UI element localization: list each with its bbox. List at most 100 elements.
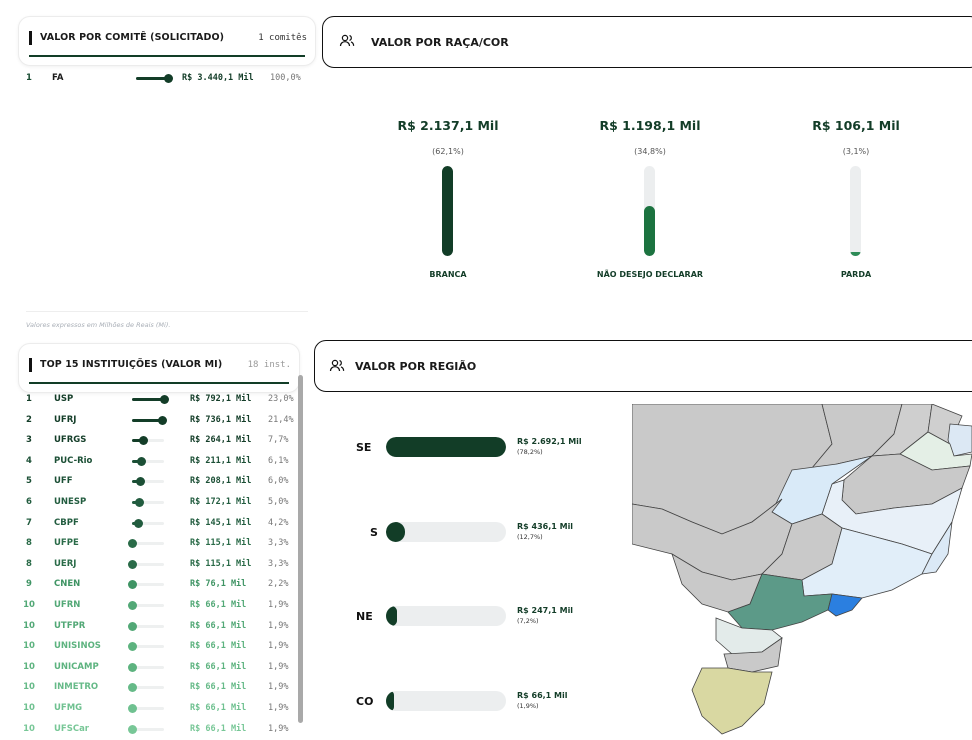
instituicao-track	[132, 395, 169, 404]
instituicao-pct: 2,2%	[268, 579, 289, 590]
instituicao-row[interactable]: 10 UNISINOS R$ 66,1 Mil 1,9%	[22, 636, 292, 656]
instituicao-track	[132, 498, 164, 507]
regiao-panel-title: VALOR POR REGIÃO	[355, 360, 477, 373]
comite-panel-title: VALOR POR COMITÊ (SOLICITADO)	[29, 31, 224, 45]
instituicao-row[interactable]: 10 UFSCar R$ 66,1 Mil 1,9%	[22, 719, 292, 739]
instituicao-row[interactable]: 10 INMETRO R$ 66,1 Mil 1,9%	[22, 677, 292, 697]
instituicao-row[interactable]: 10 UTFPR R$ 66,1 Mil 1,9%	[22, 616, 292, 636]
regiao-track	[386, 522, 506, 542]
instituicao-value: R$ 115,1 Mil	[190, 558, 252, 569]
instituicao-name: UNESP	[54, 497, 87, 507]
instituicao-track	[128, 539, 164, 549]
comite-track	[136, 74, 173, 83]
instituicao-track	[128, 642, 164, 652]
instituicao-row[interactable]: 10 UNICAMP R$ 66,1 Mil 1,9%	[22, 657, 292, 677]
instituicao-rank: 6	[26, 497, 32, 507]
instituicoes-count: 18 inst.	[247, 360, 291, 370]
raca-item-branca[interactable]: R$ 2.137,1 Mil (62,1%) BRANCA	[348, 118, 548, 279]
instituicao-dot	[128, 539, 137, 549]
instituicoes-panel-title: TOP 15 INSTITUIÇÕES (VALOR MI)	[29, 358, 222, 372]
instituicao-dot	[160, 395, 169, 404]
regiao-pct: (12,7%)	[517, 533, 543, 541]
instituicao-row[interactable]: 10 UFRN R$ 66,1 Mil 1,9%	[22, 595, 292, 615]
regiao-row-se[interactable]: SE R$ 2.692,1 Mil (78,2%)	[356, 437, 596, 459]
instituicao-row[interactable]: 2 UFRJ R$ 736,1 Mil 21,4%	[22, 410, 294, 430]
regiao-fill	[386, 437, 506, 457]
regiao-row-s[interactable]: S R$ 436,1 Mil (12,7%)	[356, 522, 596, 544]
instituicao-track	[132, 477, 164, 487]
instituicao-rank: 8	[26, 558, 32, 569]
instituicoes-scrollbar[interactable]	[298, 375, 303, 723]
regiao-row-ne[interactable]: NE R$ 247,1 Mil (7,2%)	[356, 606, 596, 628]
regiao-pct: (1,9%)	[517, 702, 539, 710]
instituicao-rank: 5	[26, 476, 32, 487]
instituicao-row[interactable]: 5 UFF R$ 208,1 Mil 6,0%	[22, 471, 292, 491]
instituicao-rank: 9	[26, 579, 32, 590]
regiao-row-co[interactable]: CO R$ 66,1 Mil (1,9%)	[356, 691, 596, 713]
instituicao-rank: 10	[23, 682, 35, 693]
instituicao-name: UNICAMP	[54, 661, 99, 672]
instituicao-pct: 4,2%	[268, 517, 289, 528]
instituicao-value: R$ 115,1 Mil	[190, 538, 252, 549]
instituicao-pct: 1,9%	[268, 682, 289, 693]
raca-pct: (34,8%)	[634, 147, 666, 156]
instituicao-pct: 1,9%	[268, 723, 289, 734]
instituicao-row[interactable]: 4 PUC-Rio R$ 211,1 Mil 6,1%	[22, 451, 292, 471]
instituicao-rank: 10	[23, 620, 35, 631]
people-icon	[339, 34, 355, 47]
instituicao-dot	[128, 580, 137, 590]
raca-label: PARDA	[840, 270, 872, 279]
instituicao-value: R$ 66,1 Mil	[190, 600, 247, 610]
instituicao-row[interactable]: 7 CBPF R$ 145,1 Mil 4,2%	[22, 513, 292, 533]
instituicao-row[interactable]: 9 CNEN R$ 76,1 Mil 2,2%	[22, 574, 292, 594]
instituicao-dot	[128, 559, 137, 569]
instituicao-row[interactable]: 10 UFMG R$ 66,1 Mil 1,9%	[22, 698, 292, 718]
instituicao-row[interactable]: 1 USP R$ 792,1 Mil 23,0%	[22, 389, 294, 409]
instituicao-pct: 7,7%	[268, 435, 289, 446]
regiao-pct: (7,2%)	[517, 617, 539, 625]
instituicao-row[interactable]: 6 UNESP R$ 172,1 Mil 5,0%	[22, 492, 292, 512]
instituicao-value: R$ 76,1 Mil	[190, 579, 247, 590]
instituicoes-underline	[29, 382, 289, 384]
instituicao-value: R$ 208,1 Mil	[190, 476, 252, 487]
instituicao-dot	[135, 498, 145, 507]
instituicao-dot	[136, 477, 146, 487]
instituicao-value: R$ 66,1 Mil	[190, 641, 247, 652]
raca-item-nao-declarar[interactable]: R$ 1.198,1 Mil (34,8%) NÃO DESEJO DECLAR…	[550, 118, 750, 279]
regiao-track	[386, 437, 506, 457]
instituicao-dot	[138, 436, 148, 446]
comite-rank: 1	[26, 73, 32, 83]
regiao-track	[386, 691, 506, 711]
brazil-region-map[interactable]	[632, 404, 972, 740]
instituicao-pct: 3,3%	[268, 558, 289, 569]
instituicao-rank: 10	[23, 641, 35, 652]
instituicao-name: CBPF	[54, 517, 79, 528]
regiao-track	[386, 606, 506, 626]
instituicao-rank: 10	[23, 661, 35, 672]
raca-pct: (3,1%)	[842, 147, 870, 156]
comite-panel-header: VALOR POR COMITÊ (SOLICITADO) 1 comitês	[18, 16, 316, 66]
instituicao-pct: 1,9%	[268, 600, 289, 610]
raca-item-parda[interactable]: R$ 106,1 Mil (3,1%) PARDA	[756, 118, 956, 279]
regiao-value: R$ 2.692,1 Mil	[517, 437, 582, 446]
instituicao-name: CNEN	[54, 579, 81, 590]
instituicao-row[interactable]: 3 UFRGS R$ 264,1 Mil 7,7%	[22, 430, 292, 450]
comite-row[interactable]: 1 FA R$ 3.440,1 Mil 100,0%	[22, 68, 308, 88]
comite-count: 1 comitês	[258, 33, 307, 43]
instituicao-row[interactable]: 8 UERJ R$ 115,1 Mil 3,3%	[22, 554, 292, 574]
regiao-code: NE	[356, 610, 373, 623]
instituicao-rank: 4	[26, 455, 32, 466]
instituicao-dot	[128, 704, 137, 713]
raca-value: R$ 2.137,1 Mil	[397, 118, 499, 133]
comite-name: FA	[52, 73, 64, 83]
comite-pct: 100,0%	[270, 73, 301, 83]
instituicao-track	[128, 580, 164, 590]
instituicao-rank: 3	[26, 435, 32, 446]
instituicao-row[interactable]: 8 UFPE R$ 115,1 Mil 3,3%	[22, 533, 292, 553]
instituicao-name: UFRJ	[54, 414, 77, 425]
raca-value: R$ 1.198,1 Mil	[599, 118, 701, 133]
instituicao-track	[132, 456, 164, 466]
regiao-code: SE	[356, 441, 372, 454]
raca-label: NÃO DESEJO DECLARAR	[596, 270, 704, 279]
values-note: Valores expressos em Milhões de Reais (M…	[26, 321, 171, 329]
